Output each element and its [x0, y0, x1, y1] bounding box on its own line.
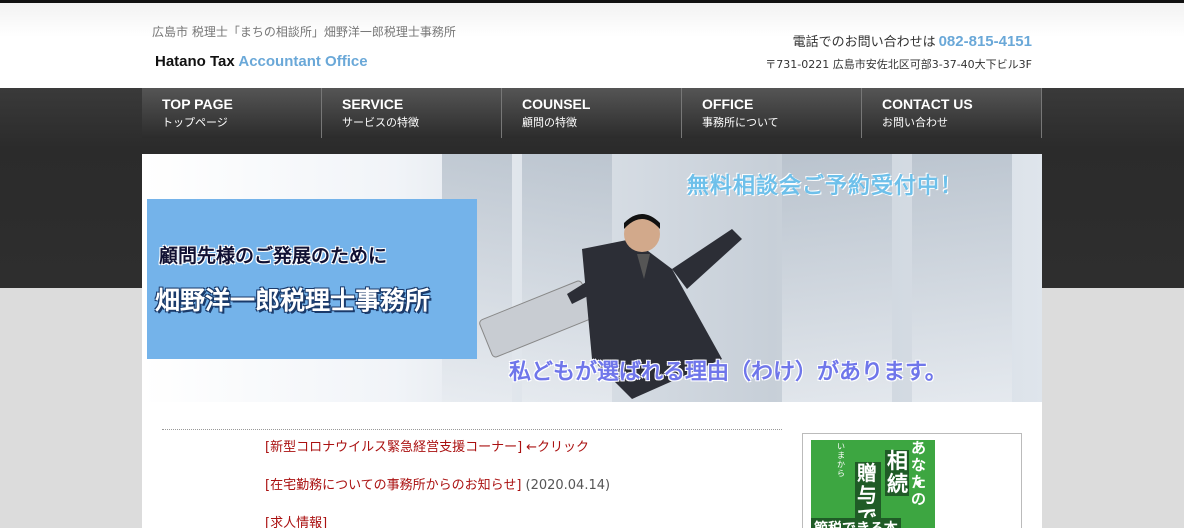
- news-item: [在宅勤務についての事務所からのお知らせ] (2020.04.14): [265, 478, 610, 516]
- nav-label-ja: お問い合わせ: [882, 116, 948, 129]
- hero-panel: 顧問先様のご発展のために 畑野洋一郎税理士事務所: [147, 199, 477, 359]
- logo-accent: Accountant Office: [238, 53, 368, 70]
- news-link-remote-work[interactable]: [在宅勤務についての事務所からのお知らせ]: [265, 478, 522, 493]
- nav-label-ja: 顧問の特徴: [522, 116, 577, 129]
- news-item: [新型コロナウイルス緊急経営支援コーナー] ←クリック: [265, 440, 610, 478]
- book-small-text: いまから: [837, 442, 845, 478]
- site-header: 広島市 税理士「まちの相談所」畑野洋一郎税理士事務所 Hatano Tax Ac…: [0, 3, 1184, 88]
- nav-label-en: TOP PAGE: [162, 96, 233, 112]
- hero-headline: 無料相談会ご予約受付中！: [687, 174, 964, 199]
- book-subtitle: 節税できる本: [811, 518, 901, 528]
- nav-label-en: CONTACT US: [882, 96, 973, 112]
- book-cover-image[interactable]: いまから 贈与で 相続・ あなたの 節税できる本: [811, 440, 935, 528]
- news-click-hint: ←クリック: [526, 440, 590, 455]
- nav-item-contact[interactable]: CONTACT US お問い合わせ: [862, 88, 1042, 138]
- phone-label: 電話でのお問い合わせは: [792, 35, 936, 50]
- hero-tagline: 私どもが選ばれる理由（わけ）があります。: [509, 360, 947, 385]
- nav-label-en: OFFICE: [702, 96, 754, 112]
- nav-item-office[interactable]: OFFICE 事務所について: [682, 88, 862, 138]
- news-list: [新型コロナウイルス緊急経営支援コーナー] ←クリック [在宅勤務についての事務所…: [265, 440, 610, 528]
- book-title-part1: あなたの: [911, 440, 927, 508]
- logo-main: Hatano Tax: [155, 53, 235, 70]
- book-title-part2: 相続・: [885, 449, 929, 496]
- site-logo[interactable]: Hatano Tax Accountant Office: [155, 53, 368, 70]
- hero-banner[interactable]: 顧問先様のご発展のために 畑野洋一郎税理士事務所 無料相談会ご予約受付中！ 私ど…: [142, 154, 1042, 402]
- news-date: (2020.04.14): [525, 478, 611, 493]
- nav-label-ja: 事務所について: [702, 116, 779, 129]
- phone-line: 電話でのお問い合わせは 082-815-4151: [765, 31, 1032, 50]
- hero-panel-title: 畑野洋一郎税理士事務所: [155, 286, 431, 315]
- news-link-covid[interactable]: [新型コロナウイルス緊急経営支援コーナー]: [265, 440, 522, 455]
- contact-info: 電話でのお問い合わせは 082-815-4151 〒731-0221 広島市安佐北…: [765, 31, 1032, 72]
- phone-number[interactable]: 082-815-4151: [939, 33, 1032, 50]
- nav-label-ja: サービスの特徴: [342, 116, 419, 129]
- hero-panel-subtitle: 顧問先様のご発展のために: [159, 245, 388, 267]
- news-item: [求人情報]: [265, 516, 610, 528]
- main-nav: TOP PAGE トップページ SERVICE サービスの特徴 COUNSEL …: [142, 88, 1042, 138]
- nav-label-ja: トップページ: [162, 116, 228, 129]
- nav-item-top[interactable]: TOP PAGE トップページ: [142, 88, 322, 138]
- site-tagline: 広島市 税理士「まちの相談所」畑野洋一郎税理士事務所: [152, 25, 456, 39]
- nav-label-en: COUNSEL: [522, 96, 591, 112]
- nav-item-service[interactable]: SERVICE サービスの特徴: [322, 88, 502, 138]
- news-link-recruit[interactable]: [求人情報]: [265, 516, 327, 528]
- nav-label-en: SERVICE: [342, 96, 404, 112]
- nav-item-counsel[interactable]: COUNSEL 顧問の特徴: [502, 88, 682, 138]
- address: 〒731-0221 広島市安佐北区可部3-37-40大下ビル3F: [765, 58, 1032, 71]
- section-divider: [162, 429, 782, 430]
- sidebar-book-box: いまから 贈与で 相続・ あなたの 節税できる本: [802, 433, 1022, 528]
